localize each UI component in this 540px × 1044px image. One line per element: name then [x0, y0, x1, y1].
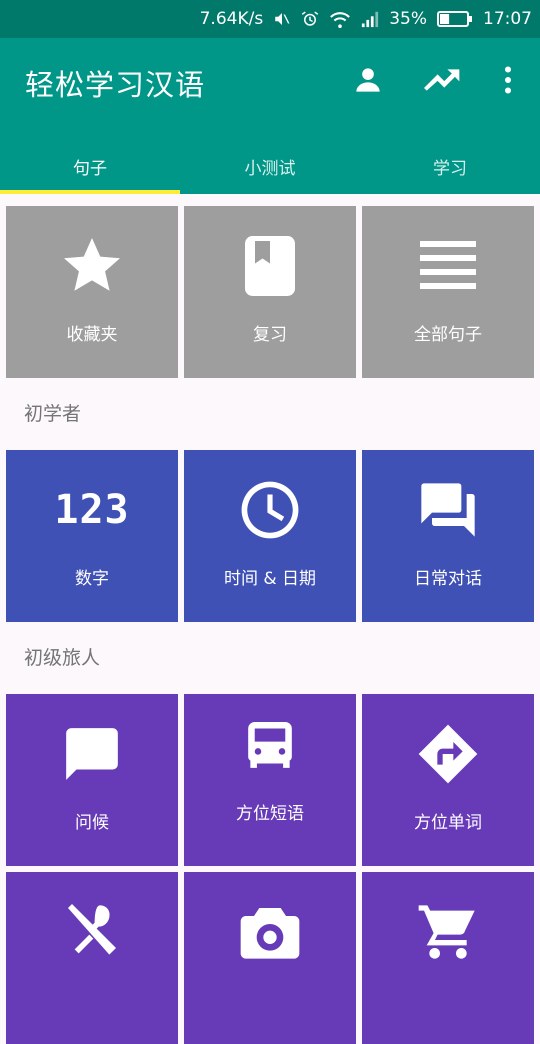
partial-tiles-row — [0, 872, 540, 1044]
section-title-beginner: 初学者 — [24, 403, 82, 425]
all-sentences-tile[interactable]: 全部句子 — [362, 206, 534, 378]
signal-icon — [361, 10, 379, 28]
bookmark-book-icon — [245, 236, 295, 296]
account-button[interactable] — [348, 64, 388, 96]
tab-sentences[interactable]: 句子 — [0, 138, 180, 194]
app-title: 轻松学习汉语 — [25, 68, 206, 102]
star-icon — [64, 238, 120, 291]
direction-words-tile[interactable]: 方位单词 — [362, 694, 534, 866]
beginner-tiles-row: 123 数字 时间 & 日期 日常对话 — [0, 450, 540, 622]
battery-icon — [437, 10, 473, 28]
numbers-tile[interactable]: 123 数字 — [6, 450, 178, 622]
list-lines-icon — [420, 241, 476, 289]
tile-label: 全部句子 — [414, 325, 482, 345]
camera-icon — [240, 908, 300, 959]
cart-icon — [418, 905, 475, 959]
tile-label: 方位短语 — [236, 804, 304, 824]
numbers-icon: 123 — [54, 487, 130, 533]
more-options-button[interactable] — [496, 64, 520, 96]
trending-up-icon — [424, 69, 460, 91]
traveler-tiles-row: 问候 方位短语 方位单词 — [0, 694, 540, 866]
status-bar: 7.64K/s 35% 17:07 — [0, 0, 540, 38]
shopping-tile[interactable] — [362, 872, 534, 1044]
mute-icon — [273, 10, 291, 28]
clock-time: 17:07 — [483, 9, 532, 29]
chat-bubble-icon — [66, 728, 118, 780]
more-vert-icon — [504, 66, 512, 94]
wifi-icon — [329, 10, 351, 28]
tile-label: 方位单词 — [414, 813, 482, 833]
app-bar-actions — [314, 64, 520, 96]
alarm-icon — [301, 10, 319, 28]
tile-label: 时间 & 日期 — [223, 569, 317, 589]
tab-bar: 句子 小测试 学习 — [0, 138, 540, 194]
restaurant-tile[interactable] — [6, 872, 178, 1044]
network-speed: 7.64K/s — [199, 9, 264, 29]
restaurant-icon — [68, 904, 116, 955]
tile-label: 日常对话 — [414, 569, 482, 589]
favorites-tile[interactable]: 收藏夹 — [6, 206, 178, 378]
tab-learn[interactable]: 学习 — [360, 138, 540, 194]
daily-conversation-tile[interactable]: 日常对话 — [362, 450, 534, 622]
camera-tile[interactable] — [184, 872, 356, 1044]
directions-icon — [418, 724, 478, 784]
tile-label: 收藏夹 — [66, 325, 118, 345]
tab-quiz[interactable]: 小测试 — [180, 138, 360, 194]
app-bar: 轻松学习汉语 句子 小测试 学习 — [0, 38, 540, 194]
battery-percent: 35% — [389, 9, 427, 29]
account-icon — [356, 68, 380, 92]
review-tile[interactable]: 复习 — [184, 206, 356, 378]
progress-button[interactable] — [422, 64, 462, 96]
clock-icon — [241, 481, 299, 539]
tile-label: 问候 — [75, 813, 109, 833]
bus-icon — [248, 722, 292, 768]
direction-phrases-tile[interactable]: 方位短语 — [184, 694, 356, 866]
chat-bubbles-icon — [421, 483, 475, 537]
time-date-tile[interactable]: 时间 & 日期 — [184, 450, 356, 622]
main-content: 收藏夹 复习 全部句子 初学者 123 数字 时间 & 日期 日常对话 初级旅人… — [0, 194, 540, 1044]
greetings-tile[interactable]: 问候 — [6, 694, 178, 866]
top-tiles-row: 收藏夹 复习 全部句子 — [0, 206, 540, 378]
tile-label: 复习 — [253, 325, 287, 345]
section-title-traveler: 初级旅人 — [24, 647, 101, 669]
tile-label: 数字 — [75, 569, 109, 589]
